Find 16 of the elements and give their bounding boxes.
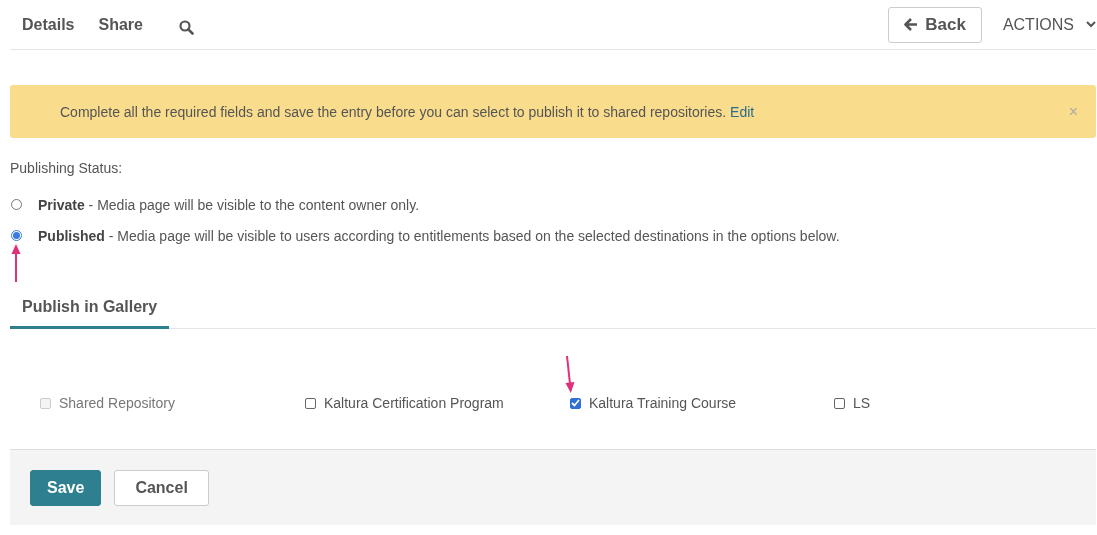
checkbox-label: Kaltura Training Course <box>589 395 737 411</box>
cancel-button[interactable]: Cancel <box>114 469 209 506</box>
nav-tab[interactable]: Share <box>86 0 155 49</box>
radio-label: Published - Media page will be visible to users according to entitlements based on the selected destinations in the options below. <box>38 227 840 244</box>
radio-label: Private - Media page will be visible to the content owner only. <box>38 196 420 213</box>
back-button[interactable]: Back <box>888 6 982 43</box>
checkbox-label: LS <box>853 395 871 411</box>
checkbox-label: Kaltura Certification Program <box>324 395 504 411</box>
gallery-tab[interactable]: Publish in Gallery <box>10 288 170 329</box>
edit-link[interactable]: Edit <box>730 103 755 120</box>
nav-tab[interactable]: Details <box>10 0 87 49</box>
checkbox-label: Shared Repository <box>59 395 175 411</box>
save-button[interactable]: Save <box>30 469 102 506</box>
section-label: Publishing Status: <box>10 160 124 176</box>
actions-menu[interactable]: ACTIONS <box>1002 15 1096 34</box>
alert-message: Complete all the required fields and save the entry before you can select to publish it to shared repositories. Edit <box>60 103 756 120</box>
